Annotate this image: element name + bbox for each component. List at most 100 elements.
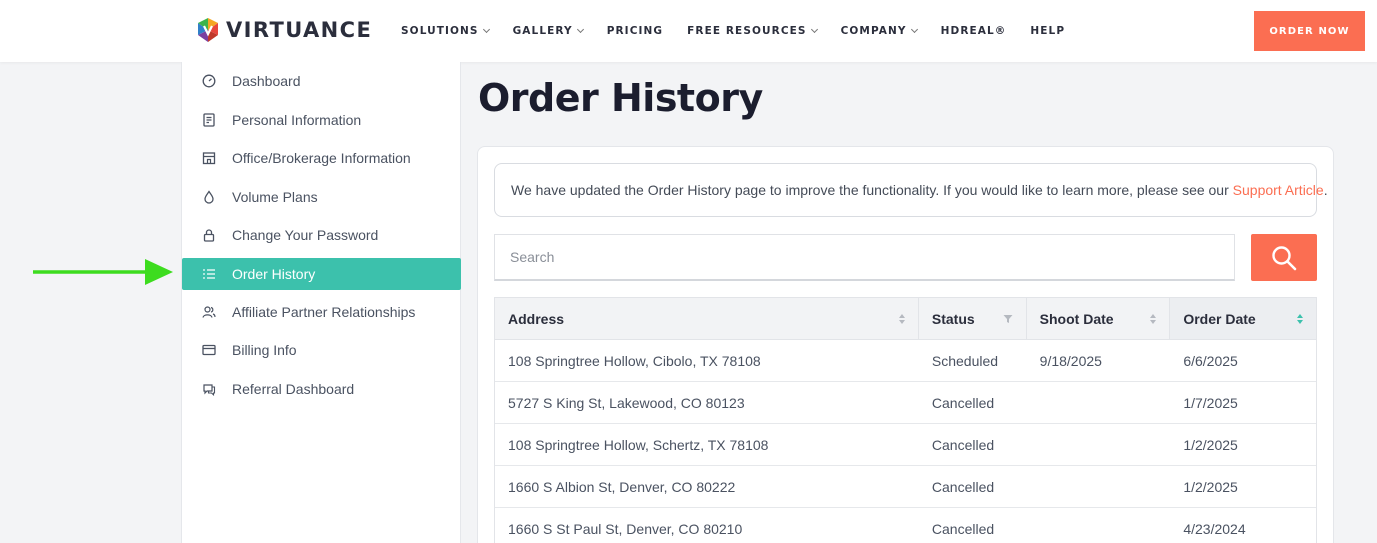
support-article-link[interactable]: Support Article	[1233, 182, 1324, 198]
table-row[interactable]: 1660 S Albion St, Denver, CO 80222 Cance…	[495, 466, 1316, 508]
sort-icon	[1150, 313, 1157, 324]
annotation-arrow-icon	[33, 259, 173, 285]
search-button[interactable]	[1251, 234, 1317, 281]
nav-label: HDREAL®	[940, 25, 1007, 37]
shoot-date-cell	[1027, 508, 1171, 543]
status-cell: Cancelled	[931, 394, 995, 411]
nav-solutions[interactable]: SOLUTIONS	[401, 24, 490, 38]
order-date-cell: 1/7/2025	[1183, 394, 1238, 411]
address-cell: 1660 S St Paul St, Denver, CO 80210	[508, 520, 743, 537]
nav-pricing[interactable]: PRICING	[607, 24, 663, 38]
column-header-shoot-date[interactable]: Shoot Date	[1027, 298, 1171, 339]
sidebar-item-label: Affiliate Partner Relationships	[232, 304, 416, 320]
shoot-date-cell	[1027, 424, 1171, 465]
account-sidebar: Dashboard Personal Information Office/Br…	[181, 62, 461, 543]
sidebar-item-label: Dashboard	[232, 73, 301, 89]
sidebar-item-office-brokerage[interactable]: Office/Brokerage Information	[182, 142, 461, 174]
nav-help[interactable]: HELP	[1030, 24, 1065, 38]
order-history-table: Address Status Shoot Date Order Date 108…	[494, 297, 1317, 543]
nav-free-resources[interactable]: FREE RESOURCES	[687, 24, 818, 38]
info-notice: We have updated the Order History page t…	[494, 163, 1328, 217]
sidebar-item-personal-information[interactable]: Personal Information	[182, 104, 461, 136]
notice-text: We have updated the Order History page t…	[511, 182, 1229, 198]
nav-hdreal[interactable]: HDREAL®	[941, 24, 1007, 38]
id-card-icon	[202, 113, 216, 127]
status-cell: Cancelled	[931, 478, 995, 495]
nav-label: GALLERY	[512, 25, 573, 37]
table-row[interactable]: 108 Springtree Hollow, Cibolo, TX 78108 …	[495, 340, 1316, 382]
column-header-address[interactable]: Address	[495, 298, 919, 339]
nav-label: PRICING	[606, 25, 664, 37]
sidebar-item-label: Order History	[232, 266, 316, 282]
virtuance-logo-icon	[198, 18, 218, 42]
address-cell: 1660 S Albion St, Denver, CO 80222	[508, 478, 736, 495]
order-date-cell: 6/6/2025	[1183, 352, 1238, 369]
building-icon	[202, 151, 216, 165]
speedometer-icon	[202, 74, 216, 88]
notice-suffix: .	[1323, 182, 1328, 198]
shoot-date-cell	[1027, 382, 1171, 423]
chevron-down-icon	[910, 25, 918, 34]
sidebar-item-dashboard[interactable]: Dashboard	[182, 65, 461, 97]
list-icon	[202, 267, 216, 281]
nav-label: SOLUTIONS	[401, 25, 479, 37]
table-row[interactable]: 108 Springtree Hollow, Schertz, TX 78108…	[495, 424, 1316, 466]
brand-logo[interactable]: VIRTUANCE	[196, 17, 372, 43]
brand-name: VIRTUANCE	[226, 18, 373, 42]
sidebar-item-referral-dashboard[interactable]: Referral Dashboard	[182, 373, 461, 405]
chat-icon	[202, 382, 216, 396]
shoot-date-cell	[1027, 466, 1171, 507]
column-header-label: Address	[508, 310, 565, 327]
column-header-label: Shoot Date	[1039, 310, 1114, 327]
nav-company[interactable]: COMPANY	[840, 24, 918, 38]
address-cell: 5727 S King St, Lakewood, CO 80123	[508, 394, 745, 411]
status-cell: Cancelled	[931, 520, 995, 537]
sidebar-item-billing-info[interactable]: Billing Info	[182, 334, 461, 366]
order-date-cell: 4/23/2024	[1183, 520, 1246, 537]
table-row[interactable]: 5727 S King St, Lakewood, CO 80123 Cance…	[495, 382, 1316, 424]
order-date-cell: 1/2/2025	[1183, 436, 1238, 453]
address-cell: 108 Springtree Hollow, Cibolo, TX 78108	[508, 352, 761, 369]
main-nav: SOLUTIONS GALLERY PRICING FREE RESOURCES…	[401, 24, 1089, 38]
nav-label: HELP	[1030, 25, 1066, 37]
drop-icon	[202, 190, 216, 204]
sidebar-item-order-history[interactable]: Order History	[182, 258, 461, 290]
sidebar-item-label: Referral Dashboard	[232, 381, 355, 397]
sidebar-item-volume-plans[interactable]: Volume Plans	[182, 181, 461, 213]
filter-icon[interactable]	[1003, 314, 1013, 324]
nav-label: COMPANY	[840, 25, 907, 37]
column-header-label: Order Date	[1183, 310, 1256, 327]
order-now-button[interactable]: ORDER NOW	[1254, 11, 1365, 51]
table-row[interactable]: 1660 S St Paul St, Denver, CO 80210 Canc…	[495, 508, 1316, 543]
order-date-cell: 1/2/2025	[1183, 478, 1238, 495]
column-header-status[interactable]: Status	[919, 298, 1027, 339]
sidebar-item-label: Office/Brokerage Information	[232, 150, 411, 166]
users-icon	[202, 305, 216, 319]
top-navigation-bar: VIRTUANCE SOLUTIONS GALLERY PRICING FREE…	[0, 0, 1377, 62]
chevron-down-icon	[810, 25, 818, 34]
sort-icon	[898, 313, 905, 324]
shoot-date-cell: 9/18/2025	[1039, 352, 1102, 369]
sidebar-item-label: Volume Plans	[232, 189, 318, 205]
table-header-row: Address Status Shoot Date Order Date	[495, 298, 1317, 340]
sidebar-item-label: Change Your Password	[232, 227, 379, 243]
status-cell: Scheduled	[931, 352, 999, 369]
nav-label: FREE RESOURCES	[687, 25, 807, 37]
nav-gallery[interactable]: GALLERY	[512, 24, 584, 38]
status-cell: Cancelled	[931, 436, 995, 453]
sort-icon	[1297, 313, 1304, 324]
credit-card-icon	[202, 343, 216, 357]
sidebar-item-affiliate-partners[interactable]: Affiliate Partner Relationships	[182, 296, 461, 328]
column-header-order-date[interactable]: Order Date	[1170, 298, 1317, 339]
chevron-down-icon	[576, 25, 584, 34]
sidebar-item-label: Personal Information	[232, 112, 362, 128]
page-title: Order History	[478, 76, 763, 120]
column-header-label: Status	[931, 310, 975, 327]
lock-icon	[202, 228, 216, 242]
sidebar-item-change-password[interactable]: Change Your Password	[182, 219, 461, 251]
search-icon	[1272, 245, 1297, 270]
search-input[interactable]	[494, 234, 1235, 281]
chevron-down-icon	[482, 25, 490, 34]
address-cell: 108 Springtree Hollow, Schertz, TX 78108	[508, 436, 769, 453]
sidebar-item-label: Billing Info	[232, 342, 297, 358]
